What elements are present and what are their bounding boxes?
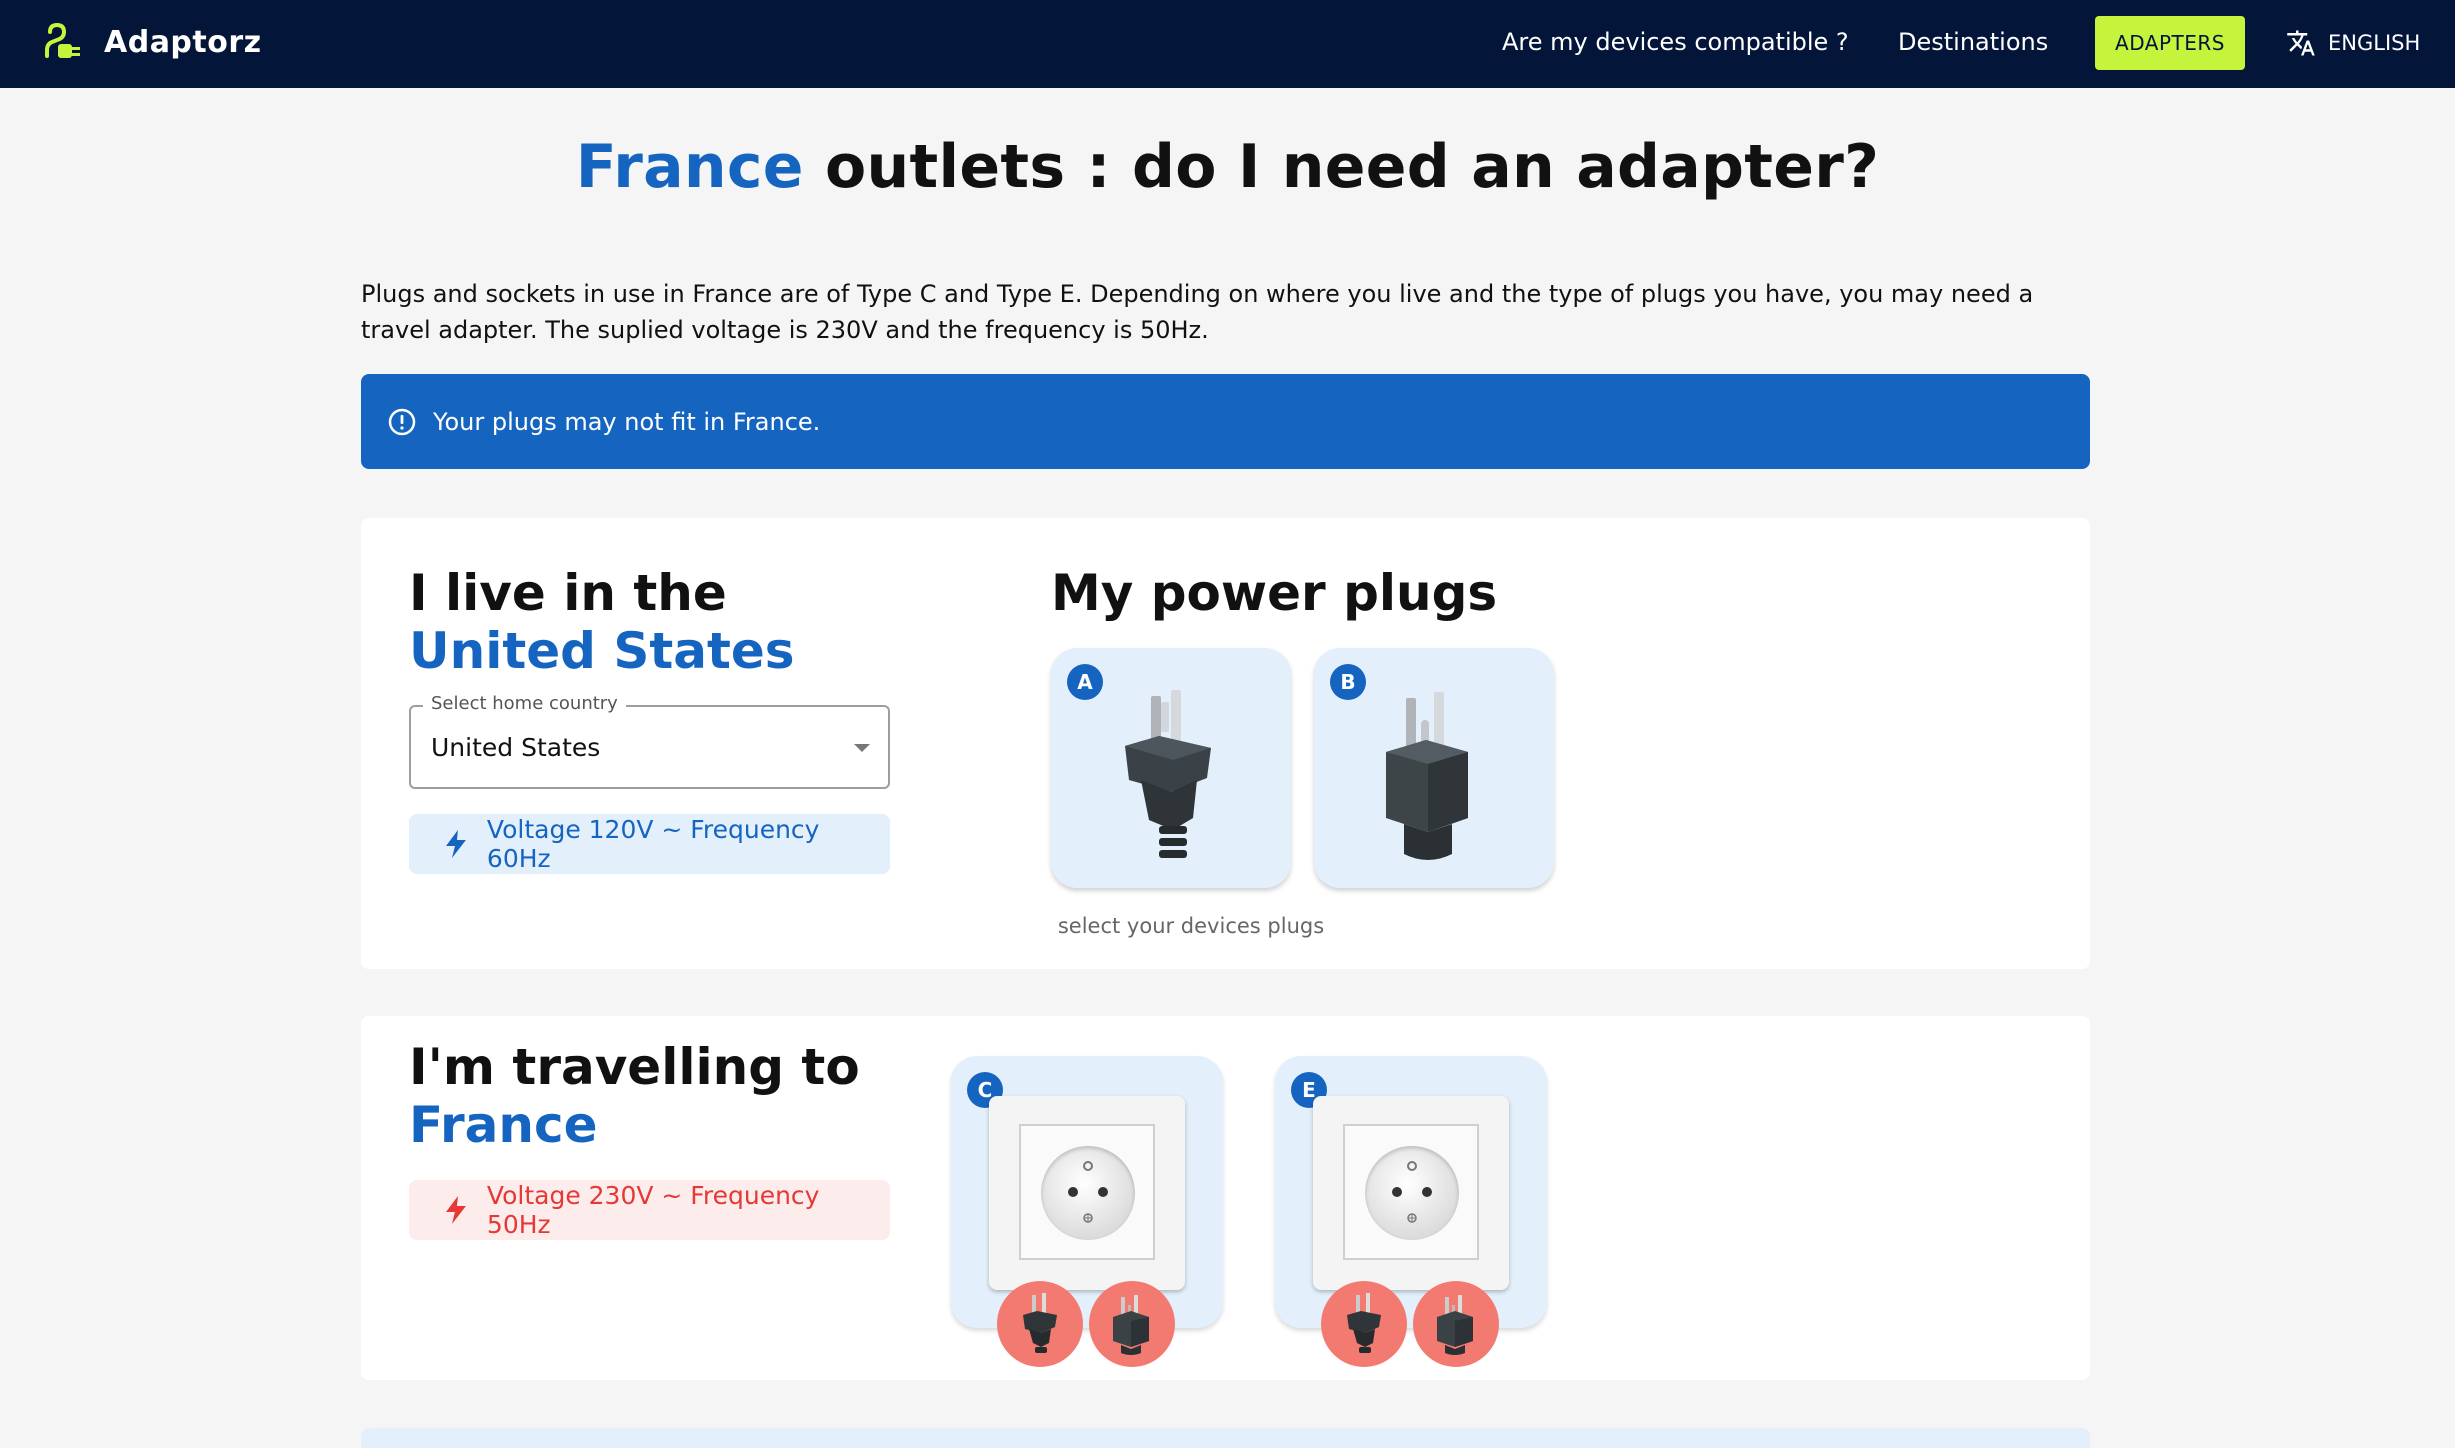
select-value: United States [431,733,601,762]
plug-b-icon [1386,692,1468,860]
home-voltage-text: Voltage 120V ~ Frequency 60Hz [486,815,820,873]
travel-heading-country: France [409,1096,598,1154]
plugs-hint: select your devices plugs [1057,914,1325,938]
lightning-icon [445,1196,466,1224]
dropdown-arrow-icon [854,744,870,752]
socket-e-icon [1313,1096,1509,1290]
top-navbar: Adaptorz Are my devices compatible ? Des… [0,0,2455,88]
plug-tile-b[interactable]: B [1314,648,1554,888]
language-selector[interactable]: ENGLISH [2286,28,2420,58]
nav-destinations-link[interactable]: Destinations [1898,28,2048,56]
home-country-card: I live in the United States Select home … [361,518,2090,969]
alert-text: Your plugs may not fit in France. [433,407,821,436]
incompatible-plug-b-icon [1413,1281,1499,1367]
translate-icon [2287,30,2315,56]
title-rest: outlets : do I need an adapter? [803,132,1880,202]
adapters-button[interactable]: ADAPTERS [2095,16,2245,70]
travel-heading: I'm travelling to France [409,1038,889,1154]
travel-voltage-text: Voltage 230V ~ Frequency 50Hz [486,1181,820,1239]
info-alert: Your plugs may not fit in France. [361,374,2090,469]
home-heading-country: United States [409,622,795,680]
plug-type-badge: A [1067,664,1103,700]
brand[interactable]: Adaptorz [44,22,262,62]
plug-a-icon [1125,690,1211,858]
select-label: Select home country [423,693,626,714]
brand-name: Adaptorz [104,24,262,60]
title-country: France [575,132,804,202]
incompatible-plug-b-icon [1089,1281,1175,1367]
socket-c-icon [989,1096,1185,1290]
home-heading: I live in the United States [409,564,889,680]
home-voltage-chip: Voltage 120V ~ Frequency 60Hz [409,814,890,874]
plug-logo-icon [45,22,80,58]
language-label: ENGLISH [2328,31,2421,55]
plugs-heading: My power plugs [1051,564,1498,622]
lightning-icon [445,830,466,858]
travel-heading-prefix: I'm travelling to [409,1038,860,1096]
info-circle-icon [388,408,416,435]
page-title: France outlets : do I need an adapter? [0,132,2455,202]
travel-voltage-chip: Voltage 230V ~ Frequency 50Hz [409,1180,890,1240]
next-section-card [361,1428,2090,1448]
travel-destination-card: I'm travelling to France Voltage 230V ~ F… [361,1016,2090,1380]
plug-type-badge: B [1330,664,1366,700]
incompatible-plug-a-icon [1321,1281,1407,1367]
home-country-select[interactable]: Select home country United States [409,693,890,789]
plug-tile-a[interactable]: A [1051,648,1291,888]
intro-paragraph: Plugs and sockets in use in France are o… [361,280,2034,344]
socket-tile-c: C [951,1056,1223,1367]
socket-tile-e: E [1275,1056,1547,1367]
incompatible-plug-a-icon [997,1281,1083,1367]
nav-compatible-link[interactable]: Are my devices compatible ? [1502,28,1849,56]
home-heading-prefix: I live in the [409,564,727,622]
